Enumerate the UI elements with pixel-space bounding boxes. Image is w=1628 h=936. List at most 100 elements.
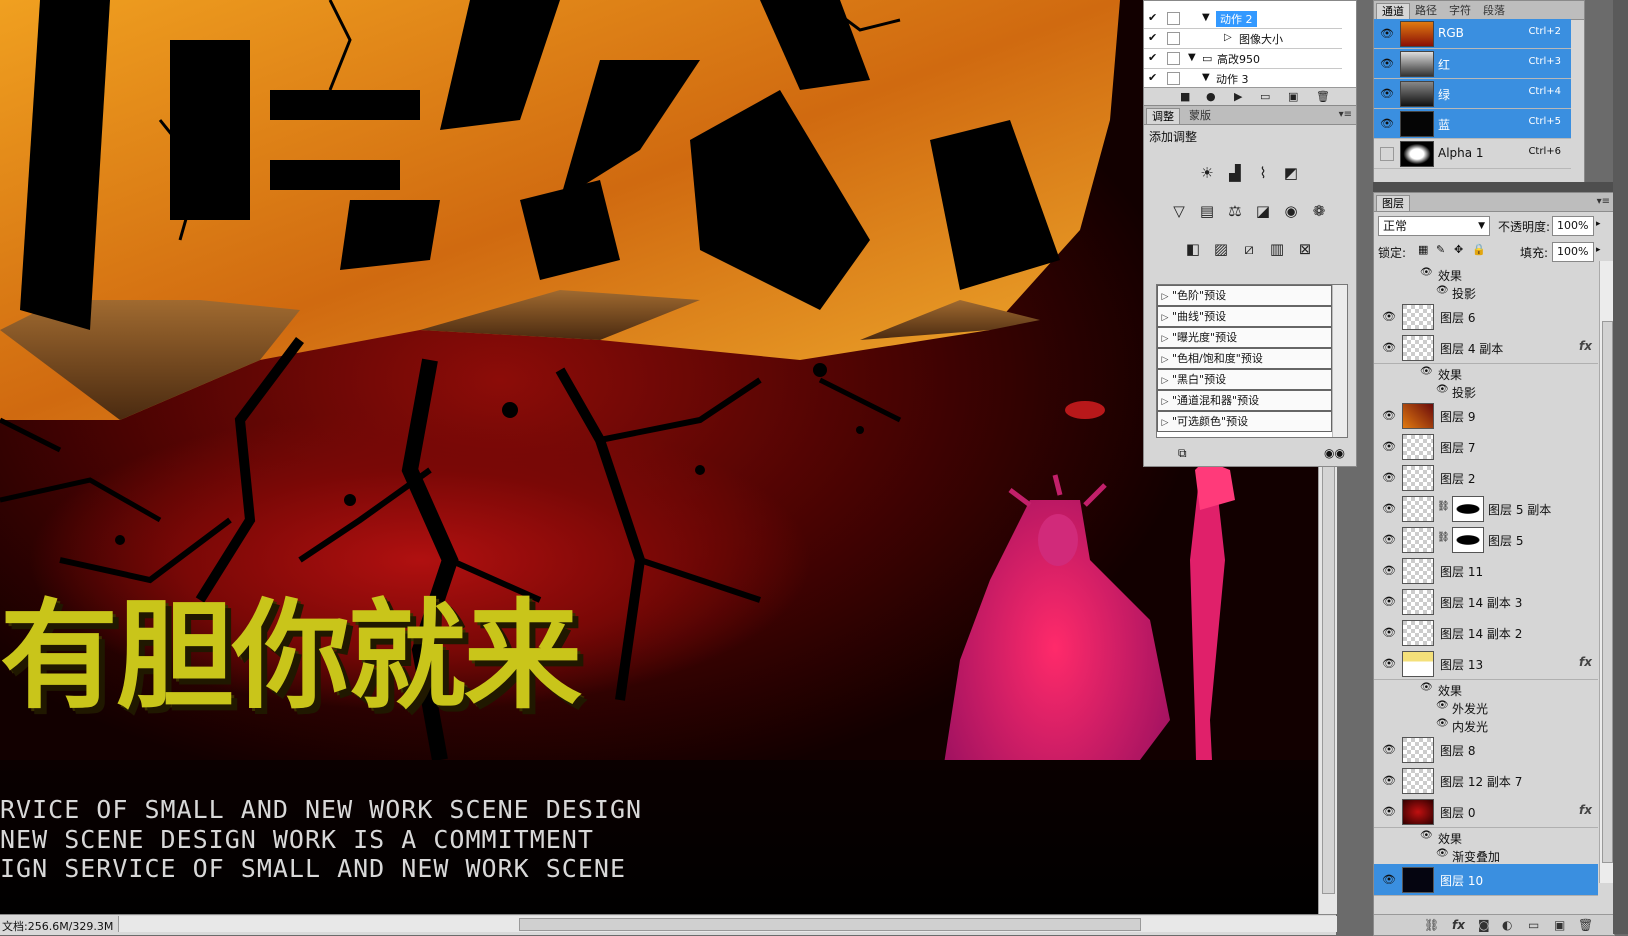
- expand-icon[interactable]: ▷: [1224, 32, 1232, 43]
- layer-row[interactable]: 👁 图层 13 fx: [1374, 648, 1598, 680]
- black-white-icon[interactable]: ◪: [1252, 200, 1274, 222]
- eye-icon[interactable]: 👁: [1382, 310, 1396, 323]
- eye-empty[interactable]: [1380, 147, 1394, 161]
- selective-color-icon[interactable]: ⊠: [1294, 238, 1316, 260]
- new-group-icon[interactable]: ▭: [1528, 918, 1539, 932]
- tab-paragraph[interactable]: 段落: [1478, 3, 1510, 18]
- hue-saturation-icon[interactable]: ▤: [1196, 200, 1218, 222]
- dialog-toggle[interactable]: [1167, 52, 1180, 65]
- tab-masks[interactable]: 蒙版: [1184, 108, 1216, 123]
- eye-icon[interactable]: 👁: [1436, 848, 1449, 859]
- play-icon[interactable]: ▶: [1234, 90, 1242, 103]
- eye-icon[interactable]: 👁: [1436, 718, 1449, 729]
- link-icon[interactable]: ⛓: [1437, 501, 1450, 512]
- eye-icon[interactable]: 👁: [1380, 27, 1394, 40]
- eye-icon[interactable]: 👁: [1382, 805, 1396, 818]
- eye-icon[interactable]: 👁: [1382, 440, 1396, 453]
- opacity-slider-icon[interactable]: ▸: [1596, 219, 1601, 229]
- check-icon[interactable]: ✔: [1148, 72, 1160, 84]
- exposure-icon[interactable]: ◩: [1280, 162, 1302, 184]
- preset-item[interactable]: ▷ "色相/饱和度"预设: [1157, 348, 1332, 369]
- record-icon[interactable]: ●: [1206, 90, 1216, 103]
- link-icon[interactable]: ⛓: [1437, 532, 1450, 543]
- collapse-icon[interactable]: ▼: [1188, 52, 1196, 63]
- collapse-icon[interactable]: ▼: [1202, 72, 1210, 83]
- fill-slider-icon[interactable]: ▸: [1596, 245, 1601, 255]
- trash-icon[interactable]: 🗑: [1316, 90, 1330, 103]
- layer-row[interactable]: 👁 图层 6: [1374, 301, 1598, 333]
- layer-row[interactable]: 👁 图层 8: [1374, 734, 1598, 766]
- layer-row[interactable]: 👁 图层 9: [1374, 400, 1598, 432]
- curves-icon[interactable]: ⌇: [1252, 162, 1274, 184]
- fx-icon[interactable]: fx: [1579, 655, 1592, 669]
- tab-character[interactable]: 字符: [1444, 3, 1476, 18]
- eye-icon[interactable]: 👁: [1382, 657, 1396, 670]
- channel-row-green[interactable]: 👁 绿 Ctrl+4: [1374, 79, 1571, 109]
- lock-all-icon[interactable]: 🔒: [1472, 243, 1486, 256]
- vibrance-icon[interactable]: ▽: [1168, 200, 1190, 222]
- layer-mask-thumbnail[interactable]: [1452, 527, 1484, 553]
- layer-effect-item[interactable]: 👁 内发光: [1374, 716, 1598, 734]
- layer-mask-thumbnail[interactable]: [1452, 496, 1484, 522]
- dialog-toggle[interactable]: [1167, 72, 1180, 85]
- check-icon[interactable]: ✔: [1148, 32, 1160, 44]
- eye-icon[interactable]: 👁: [1420, 830, 1433, 841]
- trash-icon[interactable]: 🗑: [1578, 918, 1593, 932]
- eye-icon[interactable]: 👁: [1380, 57, 1394, 70]
- layer-row[interactable]: 👁 图层 14 副本 2: [1374, 617, 1598, 649]
- posterize-icon[interactable]: ▨: [1210, 238, 1232, 260]
- layer-row[interactable]: 👁 图层 4 副本 fx: [1374, 332, 1598, 364]
- preset-item[interactable]: ▷ "曝光度"预设: [1157, 327, 1332, 348]
- eye-icon[interactable]: 👁: [1380, 117, 1394, 130]
- eye-icon[interactable]: 👁: [1380, 87, 1394, 100]
- check-icon[interactable]: ✔: [1148, 52, 1160, 64]
- action-row[interactable]: ✔ ▼ ▭ 高改950: [1144, 49, 1342, 69]
- visibility-toggle-icon[interactable]: ◉◉: [1324, 446, 1345, 460]
- opacity-input[interactable]: 100%: [1552, 216, 1594, 236]
- eye-icon[interactable]: 👁: [1382, 626, 1396, 639]
- layer-row[interactable]: 👁 图层 7: [1374, 431, 1598, 463]
- collapse-icon[interactable]: ▼: [1202, 12, 1210, 23]
- eye-icon[interactable]: 👁: [1436, 700, 1449, 711]
- eye-icon[interactable]: 👁: [1382, 409, 1396, 422]
- layer-effect-item[interactable]: 👁 渐变叠加: [1374, 846, 1598, 864]
- stop-icon[interactable]: ■: [1180, 90, 1190, 103]
- preset-item[interactable]: ▷ "通道混和器"预设: [1157, 390, 1332, 411]
- channel-row-blue[interactable]: 👁 蓝 Ctrl+5: [1374, 109, 1571, 139]
- eye-icon[interactable]: 👁: [1420, 366, 1433, 377]
- layer-row[interactable]: 👁 ⛓ 图层 5: [1374, 524, 1598, 556]
- dialog-toggle[interactable]: [1167, 12, 1180, 25]
- lock-move-icon[interactable]: ✥: [1454, 243, 1463, 256]
- panel-menu-icon[interactable]: ▾≡: [1597, 196, 1610, 207]
- fx-icon[interactable]: fx: [1452, 918, 1465, 932]
- channel-mixer-icon[interactable]: ❁: [1308, 200, 1330, 222]
- threshold-icon[interactable]: ⧄: [1238, 238, 1260, 260]
- eye-icon[interactable]: 👁: [1382, 774, 1396, 787]
- eye-icon[interactable]: 👁: [1436, 285, 1449, 296]
- layer-effects-row[interactable]: 👁 效果: [1374, 680, 1598, 698]
- document-size-info[interactable]: 文档:256.6M/329.3M: [2, 918, 113, 934]
- tab-adjustments[interactable]: 调整: [1146, 108, 1180, 124]
- adjustment-layer-icon[interactable]: ◐: [1502, 918, 1512, 932]
- eye-icon[interactable]: 👁: [1382, 873, 1396, 886]
- canvas-horizontal-scrollbar[interactable]: [118, 916, 1337, 932]
- eye-icon[interactable]: 👁: [1420, 267, 1433, 278]
- eye-icon[interactable]: 👁: [1382, 743, 1396, 756]
- fx-icon[interactable]: fx: [1579, 339, 1592, 353]
- dock-collapse-bar[interactable]: [1373, 182, 1613, 192]
- color-balance-icon[interactable]: ⚖: [1224, 200, 1246, 222]
- layer-row[interactable]: 👁 图层 14 副本 3: [1374, 586, 1598, 618]
- preset-item[interactable]: ▷ "色阶"预设: [1157, 285, 1332, 306]
- eye-icon[interactable]: 👁: [1420, 682, 1433, 693]
- eye-icon[interactable]: 👁: [1436, 384, 1449, 395]
- eye-icon[interactable]: 👁: [1382, 595, 1396, 608]
- channel-row-rgb[interactable]: 👁 RGB Ctrl+2: [1374, 19, 1571, 49]
- eye-icon[interactable]: 👁: [1382, 341, 1396, 354]
- lock-transparency-icon[interactable]: ▦: [1418, 243, 1428, 256]
- photo-filter-icon[interactable]: ◉: [1280, 200, 1302, 222]
- layer-effects-row[interactable]: 👁 效果: [1374, 828, 1598, 846]
- preset-item[interactable]: ▷ "黑白"预设: [1157, 369, 1332, 390]
- scroll-thumb[interactable]: [1602, 321, 1613, 863]
- new-layer-icon[interactable]: ▣: [1554, 918, 1565, 932]
- tab-channels[interactable]: 通道: [1376, 3, 1410, 19]
